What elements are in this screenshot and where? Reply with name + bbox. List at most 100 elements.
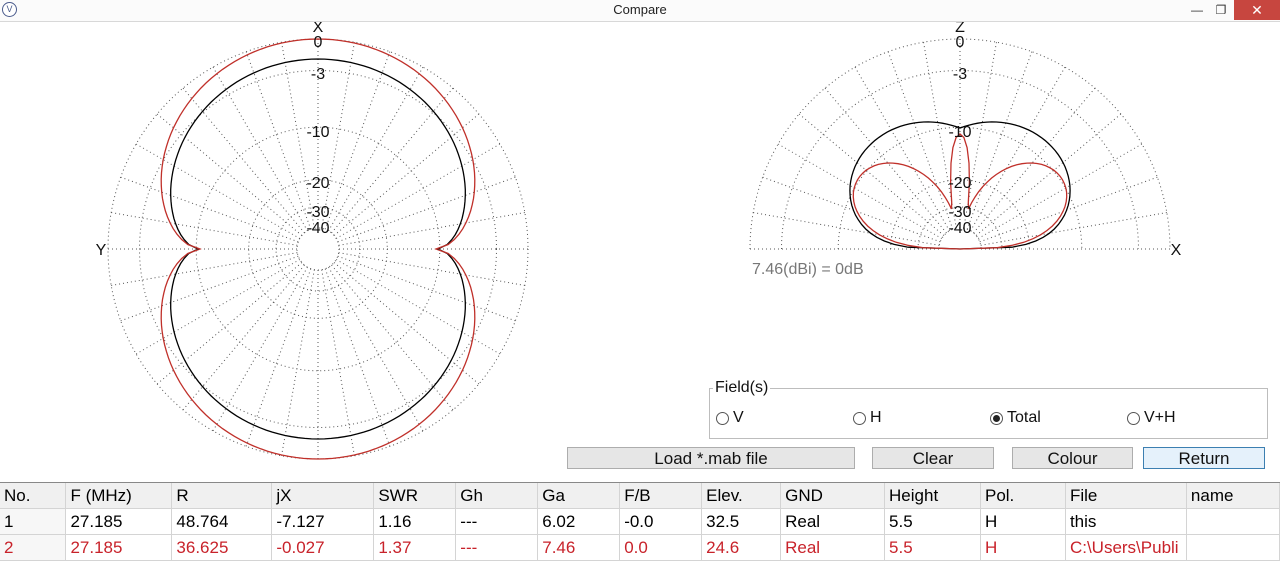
grid-ring: [248, 179, 388, 319]
column-header[interactable]: F/B: [619, 483, 703, 509]
table-row[interactable]: 2 27.185 36.625 -0.027 1.37 --- 7.46 0.0…: [0, 534, 1280, 561]
grid-spoke: [111, 212, 298, 246]
grid-spoke: [135, 143, 301, 239]
return-button[interactable]: Return: [1143, 447, 1265, 469]
grid-ring: [107, 38, 529, 460]
elevation-db-label: -20: [948, 175, 971, 192]
table-cell[interactable]: H: [980, 508, 1066, 535]
grid-spoke: [338, 252, 525, 286]
table-cell[interactable]: H: [980, 534, 1066, 561]
azimuth-axis-y: Y: [96, 242, 107, 259]
elevation-db-label: 0: [956, 34, 965, 51]
table-cell[interactable]: -7.127: [271, 508, 375, 535]
grid-spoke: [321, 269, 355, 456]
table-cell[interactable]: [1186, 508, 1280, 535]
close-icon[interactable]: ✕: [1234, 0, 1280, 20]
grid-spoke: [212, 66, 308, 232]
grid-spoke: [753, 212, 940, 246]
column-header[interactable]: jX: [271, 483, 375, 509]
grid-spoke: [970, 66, 1066, 232]
column-header[interactable]: Ga: [537, 483, 621, 509]
table-cell[interactable]: ---: [455, 508, 539, 535]
radio-checked-icon[interactable]: [990, 411, 1003, 425]
column-header[interactable]: Pol.: [980, 483, 1066, 509]
table-cell[interactable]: Real: [780, 534, 886, 561]
maximize-icon[interactable]: ❐: [1206, 0, 1236, 20]
table-row[interactable]: 1 27.185 48.764 -7.127 1.16 --- 6.02 -0.…: [0, 508, 1280, 535]
azimuth-db-label: -20: [306, 175, 329, 192]
column-header[interactable]: F (MHz): [65, 483, 173, 509]
table-cell[interactable]: 2: [0, 534, 67, 561]
colour-button[interactable]: Colour: [1012, 447, 1133, 469]
grid-spoke: [281, 269, 315, 456]
grid-spoke: [980, 212, 1167, 246]
azimuth-db-label: -10: [306, 124, 329, 141]
clear-button[interactable]: Clear: [872, 447, 994, 469]
table-cell[interactable]: 27.185: [65, 508, 173, 535]
column-header[interactable]: Height: [884, 483, 981, 509]
radio-circle-icon[interactable]: [853, 411, 866, 425]
elevation-db-label: -3: [953, 66, 967, 83]
table-cell[interactable]: 5.5: [884, 508, 981, 535]
table-cell[interactable]: -0.0: [619, 508, 703, 535]
radio-circle-icon[interactable]: [1127, 411, 1140, 425]
grid-spoke: [328, 266, 424, 432]
load-mab-button[interactable]: Load *.mab file: [567, 447, 855, 469]
table-cell[interactable]: 7.46: [537, 534, 621, 561]
table-header-row: No. F (MHz) R jX SWR Gh Ga F/B Elev. GND…: [0, 483, 1280, 509]
radio-h[interactable]: H: [853, 409, 882, 427]
table-cell[interactable]: 48.764: [171, 508, 273, 535]
fields-legend: Field(s): [713, 379, 771, 397]
azimuth-db-label: -30: [306, 204, 329, 221]
table-cell[interactable]: 5.5: [884, 534, 981, 561]
grid-spoke: [135, 259, 301, 355]
table-cell[interactable]: 27.185: [65, 534, 173, 561]
elevation-db-label: -30: [948, 204, 971, 221]
table-cell[interactable]: 6.02: [537, 508, 621, 535]
column-header[interactable]: name: [1186, 483, 1280, 509]
grid-spoke: [111, 252, 298, 286]
table-cell[interactable]: C:\Users\Publi: [1065, 534, 1187, 561]
column-header[interactable]: SWR: [373, 483, 457, 509]
results-table: No. F (MHz) R jX SWR Gh Ga F/B Elev. GND…: [0, 482, 1280, 561]
table-cell[interactable]: this: [1065, 508, 1187, 535]
table-cell[interactable]: 36.625: [171, 534, 273, 561]
table-cell[interactable]: 24.6: [701, 534, 782, 561]
table-cell[interactable]: 0.0: [619, 534, 703, 561]
table-cell[interactable]: 1.16: [373, 508, 457, 535]
azimuth-db-label: 0: [314, 34, 323, 51]
column-header[interactable]: No.: [0, 483, 67, 509]
grid-spoke: [335, 259, 501, 355]
column-header[interactable]: File: [1065, 483, 1187, 509]
gain-reference: 7.46(dBi) = 0dB: [752, 261, 864, 278]
azimuth-db-label: -40: [306, 220, 329, 237]
table-cell[interactable]: ---: [455, 534, 539, 561]
radio-v-plus-h[interactable]: V+H: [1127, 409, 1176, 427]
column-header[interactable]: Elev.: [701, 483, 782, 509]
elevation-db-label: -40: [948, 220, 971, 237]
table-cell[interactable]: [1186, 534, 1280, 561]
radio-total[interactable]: Total: [990, 409, 1041, 427]
elevation-db-label: -10: [948, 124, 971, 141]
window-title: Compare: [613, 2, 667, 17]
grid-spoke: [212, 266, 308, 432]
table-cell[interactable]: 32.5: [701, 508, 782, 535]
table-cell[interactable]: Real: [780, 508, 886, 535]
column-header[interactable]: Gh: [455, 483, 539, 509]
grid-spoke: [328, 66, 424, 232]
radio-circle-icon[interactable]: [716, 411, 729, 425]
table-cell[interactable]: 1: [0, 508, 67, 535]
fields-group: [709, 388, 1268, 439]
table-cell[interactable]: -0.027: [271, 534, 375, 561]
azimuth-db-label: -3: [311, 66, 325, 83]
title-bar: V Compare — ❐ ✕: [0, 0, 1280, 22]
column-header[interactable]: R: [171, 483, 273, 509]
grid-spoke: [338, 212, 525, 246]
azimuth-grid: [107, 38, 529, 460]
radio-v[interactable]: V: [716, 409, 744, 427]
grid-spoke: [335, 143, 501, 239]
column-header[interactable]: GND: [780, 483, 886, 509]
table-cell[interactable]: 1.37: [373, 534, 457, 561]
grid-spoke: [854, 66, 950, 232]
elevation-axis-x: X: [1171, 242, 1182, 259]
